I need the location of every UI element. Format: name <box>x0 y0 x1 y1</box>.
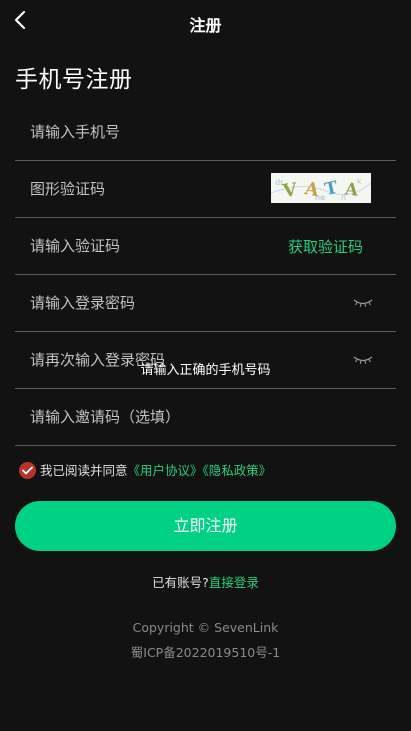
captcha-graphic: dr ne n k V A T A <box>271 173 371 203</box>
check-icon <box>22 466 33 475</box>
register-button[interactable]: 立即注册 <box>15 501 396 551</box>
sms-code-row: 获取验证码 <box>15 218 396 275</box>
user-agreement-link[interactable]: 《用户协议》 <box>128 463 203 478</box>
eye-closed-icon[interactable] <box>353 354 373 366</box>
nav-title: 注册 <box>189 16 222 35</box>
invite-code-row <box>15 389 396 446</box>
password-row <box>15 275 396 332</box>
password-confirm-input[interactable] <box>30 332 260 388</box>
page-title: 手机号注册 <box>15 67 133 93</box>
footer-copyright: Copyright © SevenLink <box>132 620 279 635</box>
agreement-line: 我已阅读并同意《用户协议》《隐私政策》 <box>19 461 271 481</box>
phone-input[interactable] <box>30 104 370 160</box>
nav-bar: 注册 <box>0 0 411 44</box>
sms-code-input[interactable] <box>30 218 260 274</box>
agreement-prefix: 我已阅读并同意 <box>40 463 128 478</box>
footer-icp: 蜀ICP备2022019510号-1 <box>130 645 281 660</box>
password-confirm-row <box>15 332 396 389</box>
captcha-input[interactable] <box>30 161 260 217</box>
invite-code-input[interactable] <box>30 389 370 445</box>
privacy-policy-link[interactable]: 《隐私政策》 <box>203 463 272 478</box>
agreement-checkbox[interactable] <box>19 462 36 479</box>
login-prompt: 已有账号? <box>152 575 209 590</box>
phone-row <box>15 104 396 161</box>
captcha-image[interactable]: dr ne n k V A T A <box>271 173 371 203</box>
password-input[interactable] <box>30 275 260 331</box>
login-link[interactable]: 直接登录 <box>209 575 259 590</box>
login-line: 已有账号?直接登录 <box>0 572 411 591</box>
captcha-row: dr ne n k V A T A <box>15 161 396 218</box>
eye-closed-icon[interactable] <box>353 297 373 309</box>
get-code-button[interactable]: 获取验证码 <box>288 236 363 257</box>
